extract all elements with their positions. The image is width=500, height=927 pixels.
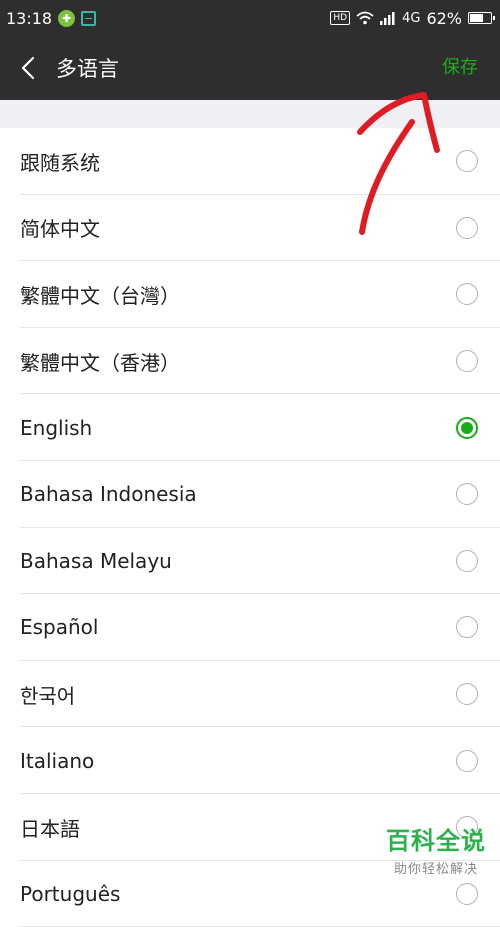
back-arrow-icon — [21, 56, 35, 80]
radio-button[interactable] — [456, 749, 478, 772]
radio-button[interactable] — [456, 683, 478, 706]
language-label: 繁體中文（台灣） — [20, 283, 180, 308]
language-option-italiano[interactable]: Italiano — [0, 727, 500, 794]
top-app-bar: 多语言 保存 — [0, 36, 500, 100]
radio-button[interactable] — [456, 882, 478, 905]
language-option-simplified-chinese[interactable]: 简体中文 — [0, 195, 500, 262]
language-option-bahasa-melayu[interactable]: Bahasa Melayu — [0, 528, 500, 595]
page-title: 多语言 — [56, 57, 119, 81]
notification-app-icon: ✚ — [58, 9, 76, 27]
language-option-follow-system[interactable]: 跟随系统 — [0, 128, 500, 195]
radio-button[interactable] — [456, 283, 478, 306]
hd-badge: HD — [330, 11, 351, 25]
back-button[interactable] — [0, 36, 56, 100]
language-label: Português — [20, 881, 121, 906]
language-label: 한국어 — [20, 683, 76, 708]
language-option-traditional-chinese-taiwan[interactable]: 繁體中文（台灣） — [0, 261, 500, 328]
status-bar: 13:18 ✚ HD 4G 62% — [0, 0, 500, 36]
language-option-english[interactable]: English — [0, 394, 500, 461]
battery-icon — [468, 12, 495, 24]
radio-button[interactable] — [456, 549, 478, 572]
watermark-title: 百科全说 — [386, 827, 486, 855]
language-label: 日本語 — [20, 816, 80, 841]
radio-button[interactable] — [456, 483, 478, 506]
language-label: Bahasa Melayu — [20, 548, 172, 573]
language-option-bahasa-indonesia[interactable]: Bahasa Indonesia — [0, 461, 500, 528]
language-list: 跟随系统 简体中文 繁體中文（台灣） 繁體中文（香港） English Baha… — [0, 128, 500, 927]
radio-button[interactable] — [456, 350, 478, 373]
language-option-korean[interactable]: 한국어 — [0, 661, 500, 728]
language-label: Español — [20, 615, 99, 640]
radio-button[interactable] — [456, 216, 478, 239]
language-label: 繁體中文（香港） — [20, 350, 180, 375]
language-label: Italiano — [20, 748, 95, 773]
language-label: 跟随系统 — [20, 150, 100, 175]
network-type: 4G — [402, 10, 421, 26]
wifi-icon — [356, 11, 374, 25]
watermark-subtitle: 助你轻松解决 — [393, 862, 478, 877]
language-option-espanol[interactable]: Español — [0, 594, 500, 661]
save-button[interactable]: 保存 — [442, 36, 478, 100]
status-time: 13:18 — [6, 8, 53, 28]
language-label: English — [20, 415, 93, 440]
radio-button[interactable] — [456, 150, 478, 173]
radio-button[interactable] — [456, 616, 478, 639]
battery-percent: 62% — [426, 8, 462, 28]
scan-icon — [81, 10, 97, 26]
language-label: 简体中文 — [20, 217, 100, 242]
language-label: Bahasa Indonesia — [20, 482, 197, 507]
signal-icon — [380, 11, 395, 25]
section-gap — [0, 100, 500, 128]
watermark-logo: 百科全说 助你轻松解决 — [386, 821, 486, 877]
radio-button-selected[interactable] — [456, 416, 478, 439]
language-option-traditional-chinese-hongkong[interactable]: 繁體中文（香港） — [0, 328, 500, 395]
